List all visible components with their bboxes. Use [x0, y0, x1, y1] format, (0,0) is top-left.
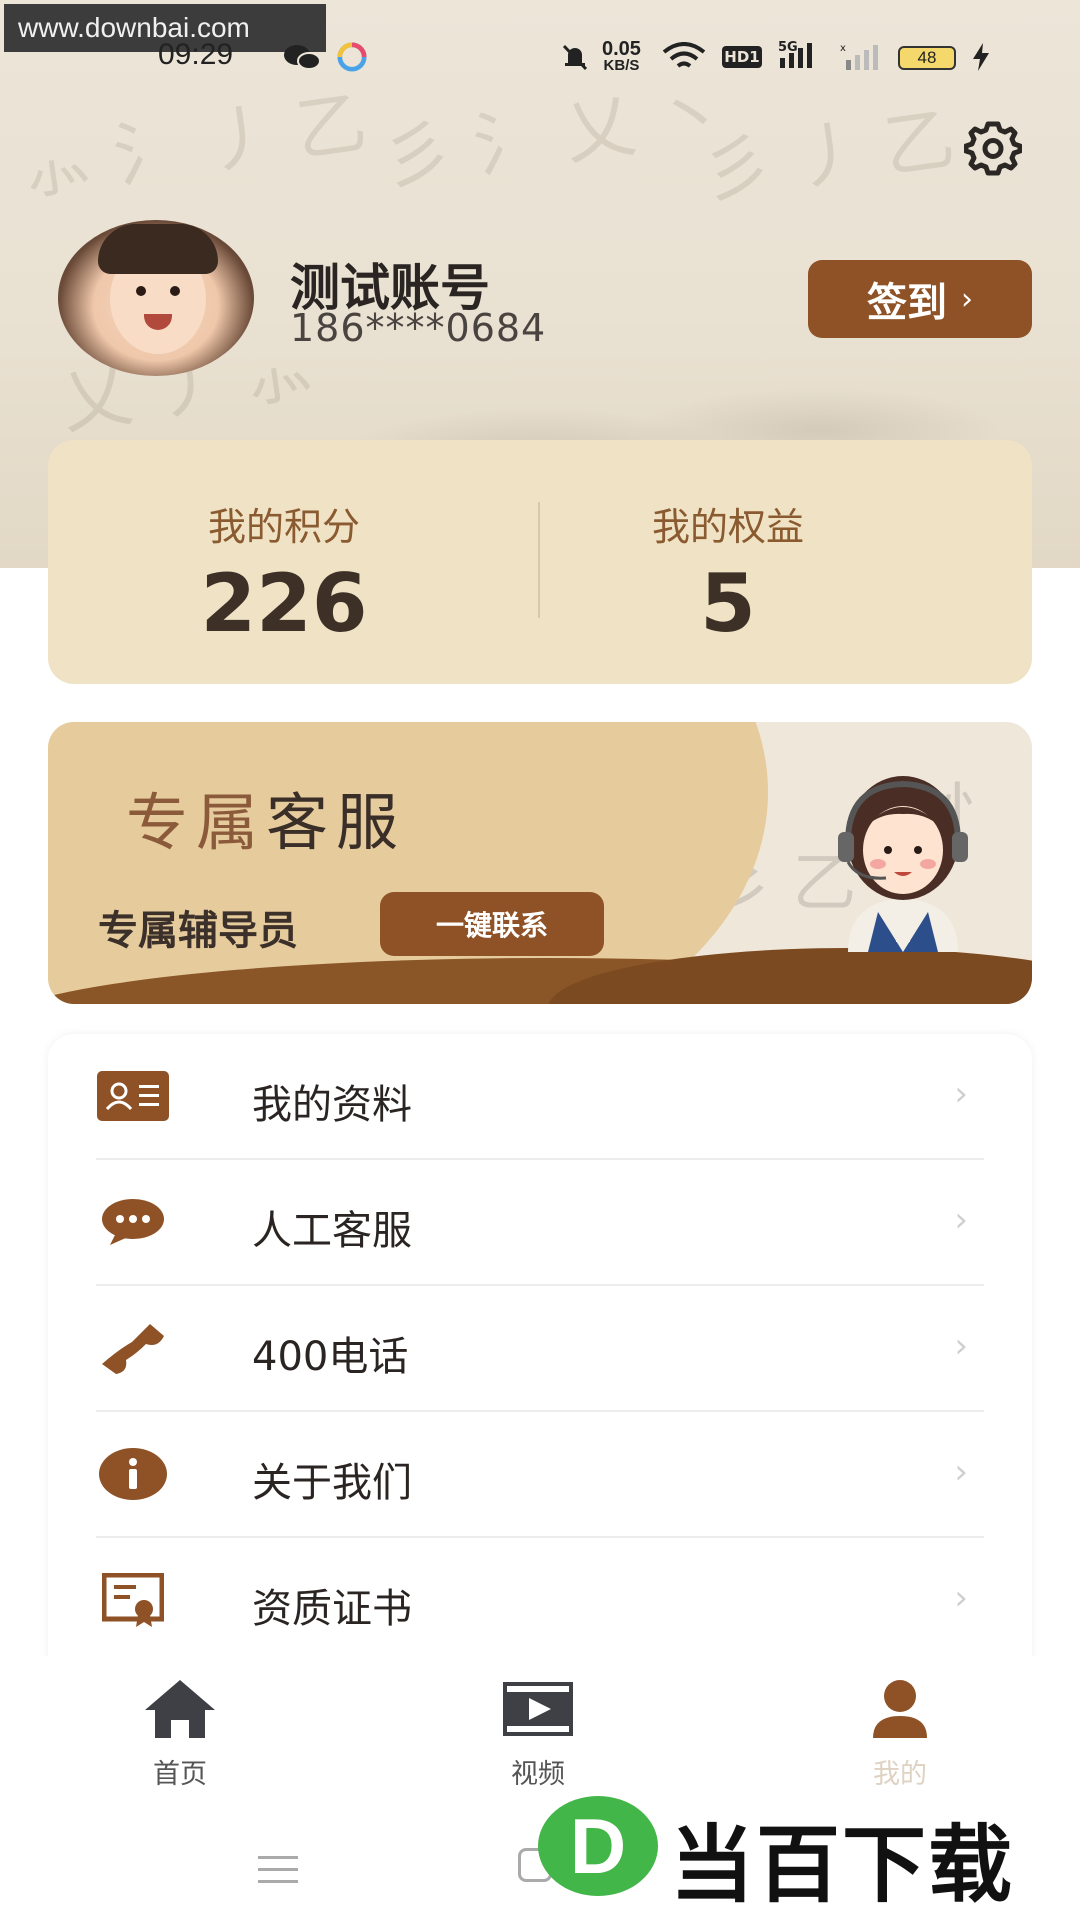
points-label: 我的积分 [207, 505, 360, 549]
phone-number: 186****0684 [290, 306, 547, 350]
menu-label: 关于我们 [252, 1460, 412, 1506]
bottom-tab-bar: 首页 视频 我的 [0, 1656, 1080, 1804]
brand-text: 当百下载 [670, 1816, 1015, 1914]
one-click-contact-button[interactable]: 一键联系 [380, 892, 604, 956]
menu-item-400-phone[interactable]: 400电话 › [96, 1286, 984, 1412]
home-icon [145, 1680, 215, 1738]
chevron-right-icon: › [954, 1578, 968, 1618]
status-bar: www.downbai.com 09:29 0.05 KB/S HD1 5G x [0, 0, 1080, 88]
tab-label: 视频 [511, 1759, 565, 1790]
info-icon [96, 1444, 170, 1504]
menu-item-about-us[interactable]: 关于我们 › [96, 1412, 984, 1538]
wechat-icon [284, 45, 321, 70]
signin-label: 签到 [867, 280, 947, 326]
menu-label: 人工客服 [252, 1208, 412, 1254]
recent-apps-button[interactable] [258, 1856, 298, 1892]
chevron-right-icon: › [954, 1074, 968, 1114]
tab-video[interactable]: 视频 [458, 1678, 618, 1791]
customer-service-banner[interactable]: ⺗ 忄 彡 乙 忄 专属客服 专属辅导员 一键联系 [48, 722, 1032, 1004]
signal-weak-icon: x [840, 43, 878, 70]
stats-card: 我的积分 226 我的权益 5 [48, 440, 1032, 684]
chat-bubble-icon [96, 1192, 170, 1252]
rights-label: 我的权益 [651, 505, 804, 549]
hd-badge: HD1 [722, 46, 762, 68]
id-card-icon [96, 1066, 170, 1126]
rights-value: 5 [700, 557, 756, 650]
rights-stat[interactable]: 我的权益 5 [578, 496, 878, 647]
charging-icon [973, 43, 989, 71]
chevron-right-icon: › [961, 281, 973, 317]
avatar[interactable] [58, 220, 254, 376]
app-notification-icon [337, 42, 367, 72]
tab-mine[interactable]: 我的 [820, 1678, 980, 1791]
menu-item-customer-service[interactable]: 人工客服 › [96, 1160, 984, 1286]
menu-list: 我的资料 › 人工客服 › 400电话 › 关于我们 › 资质证书 › [48, 1034, 1032, 1674]
certificate-icon [96, 1570, 170, 1630]
svg-text:x: x [840, 43, 846, 54]
brand-watermark: D 当百下载 [532, 1790, 1072, 1914]
status-time: 09:29 [158, 38, 234, 71]
customer-agent-illustration [838, 776, 968, 952]
banner-title: 专属客服 [126, 786, 407, 859]
gear-icon[interactable] [964, 118, 1022, 176]
battery-indicator: 48 [898, 46, 956, 70]
chevron-right-icon: › [954, 1200, 968, 1240]
mute-bell-icon [562, 44, 588, 71]
menu-label: 400电话 [252, 1334, 409, 1380]
phone-icon [96, 1318, 170, 1378]
brand-logo: D [538, 1796, 658, 1896]
tab-label: 我的 [873, 1759, 927, 1790]
menu-item-my-profile[interactable]: 我的资料 › [96, 1034, 984, 1160]
signin-button[interactable]: 签到 › [808, 260, 1032, 338]
points-value: 226 [200, 557, 368, 650]
menu-item-certificates[interactable]: 资质证书 › [96, 1538, 984, 1664]
tab-label: 首页 [153, 1759, 207, 1790]
video-icon [503, 1682, 573, 1736]
stats-divider [538, 502, 540, 618]
chevron-right-icon: › [954, 1452, 968, 1492]
points-stat[interactable]: 我的积分 226 [134, 496, 434, 647]
menu-label: 我的资料 [252, 1082, 412, 1128]
signal-5g-icon: 5G [778, 40, 824, 70]
banner-subtitle: 专属辅导员 [98, 908, 298, 954]
user-icon [873, 1680, 927, 1738]
wifi-icon [662, 42, 706, 68]
network-speed: 0.05 KB/S [602, 38, 641, 74]
menu-label: 资质证书 [252, 1586, 412, 1632]
tab-home[interactable]: 首页 [100, 1678, 260, 1791]
chevron-right-icon: › [954, 1326, 968, 1366]
